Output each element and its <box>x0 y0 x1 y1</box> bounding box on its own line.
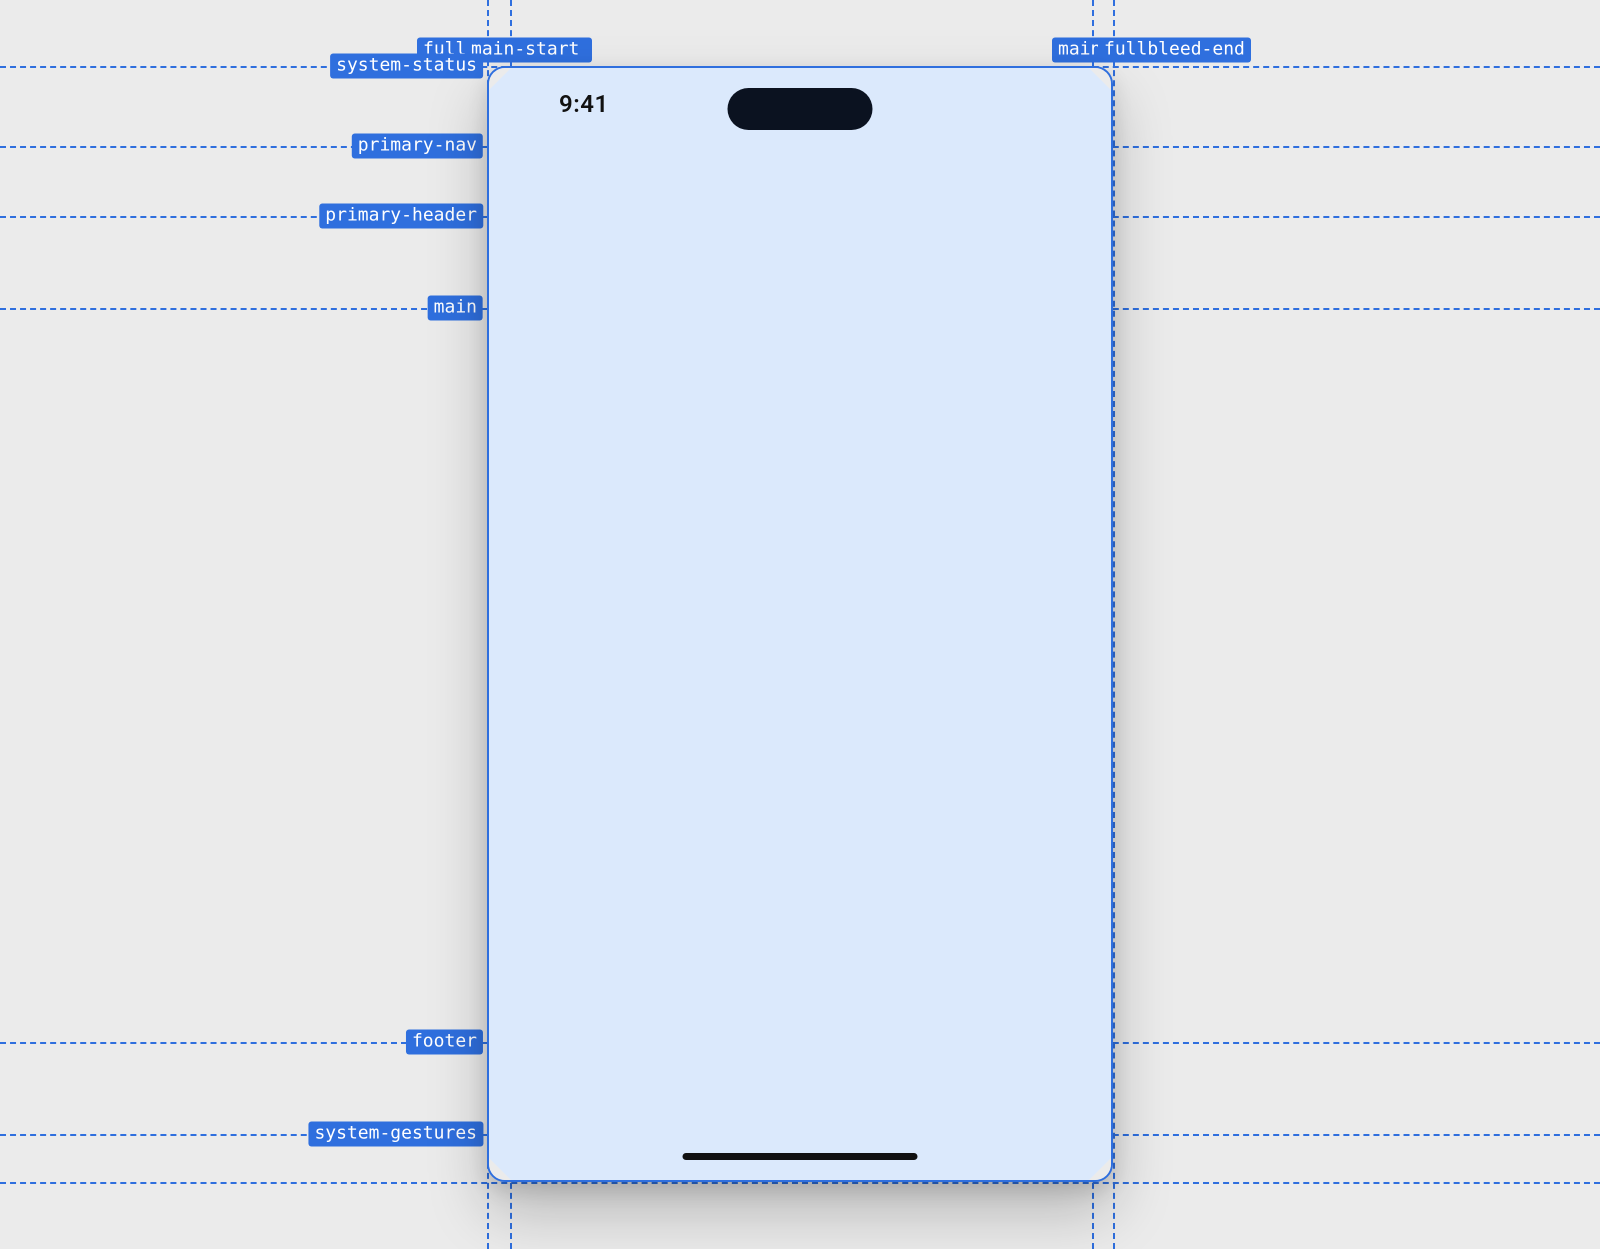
label-fullbleed-end: fullbleed-end <box>1098 38 1251 63</box>
label-main: main <box>428 296 483 321</box>
label-system-gestures: system-gestures <box>308 1122 483 1147</box>
corner-notch <box>1087 1156 1113 1182</box>
corner-notch <box>487 1156 513 1182</box>
dynamic-island <box>728 88 873 130</box>
guide-fullbleed-end <box>1113 0 1115 1249</box>
label-main-start: main-start <box>465 38 585 63</box>
corner-notch <box>487 66 513 92</box>
label-primary-header: primary-header <box>319 204 483 229</box>
label-system-status: system-status <box>330 54 483 79</box>
label-primary-nav: primary-nav <box>352 134 483 159</box>
guide-bottom-edge <box>0 1182 1600 1184</box>
status-time: 9:41 <box>559 90 609 118</box>
home-indicator[interactable] <box>683 1153 918 1160</box>
label-footer: footer <box>406 1030 483 1055</box>
device-frame: 9:41 <box>487 66 1113 1182</box>
corner-notch <box>1087 66 1113 92</box>
